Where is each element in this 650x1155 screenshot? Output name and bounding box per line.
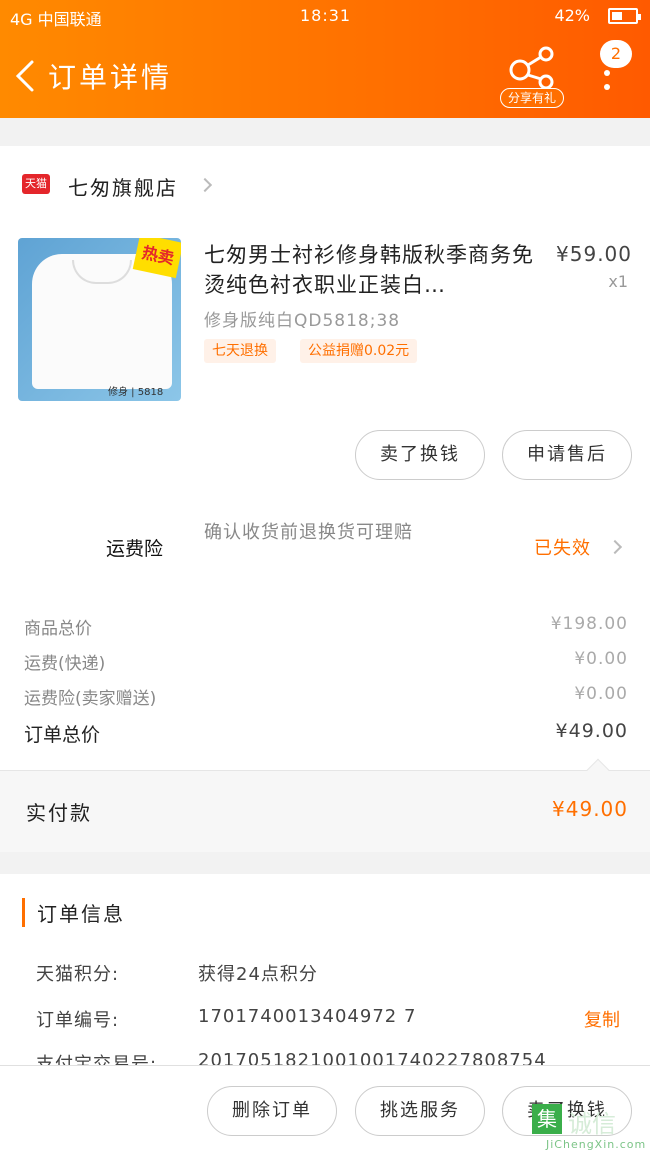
watermark-logo: 集 — [532, 1104, 562, 1134]
shirt-illustration — [32, 254, 172, 389]
info-value: 1701740013404972 7 — [198, 1006, 417, 1027]
sell-exchange-button[interactable]: 卖了换钱 — [355, 430, 485, 480]
summary-row-shipping: 运费(快递) ¥0.00 — [24, 649, 628, 674]
status-bar: 4G 中国联通 18:31 42% — [0, 0, 650, 34]
battery-percent: 42% — [554, 6, 590, 25]
tag-charity: 公益捐赠0.02元 — [300, 339, 418, 363]
summary-label: 运费险(卖家赠送) — [24, 689, 157, 709]
chevron-right-icon — [197, 177, 213, 193]
watermark-text: 诚信 — [568, 1110, 616, 1138]
image-caption: 修身 | 5818 — [108, 387, 164, 398]
battery-icon — [608, 8, 641, 24]
delete-order-button[interactable]: 删除订单 — [207, 1086, 337, 1136]
message-badge: 2 — [600, 40, 632, 68]
copy-button[interactable]: 复制 — [584, 1006, 620, 1032]
nav-bar: 订单详情 分享有礼 — [0, 40, 650, 110]
product-price: ¥59.00 — [556, 242, 632, 266]
product-image[interactable]: 热卖 修身 | 5818 — [18, 238, 181, 401]
share-icon — [509, 46, 554, 90]
info-value: 获得24点积分 — [198, 964, 318, 985]
summary-value: ¥198.00 — [550, 614, 628, 634]
summary-value: ¥0.00 — [574, 649, 628, 669]
info-key: 订单编号: — [36, 1010, 120, 1031]
product-sku: 修身版纯白QD5818;38 — [204, 311, 401, 331]
summary-row-goods: 商品总价 ¥198.00 — [24, 614, 628, 639]
payment-bar: 实付款 ¥49.00 — [0, 758, 650, 852]
back-arrow-icon[interactable] — [12, 58, 40, 94]
pick-service-button[interactable]: 挑选服务 — [355, 1086, 485, 1136]
payment-label: 实付款 — [26, 801, 92, 825]
watermark: 集 诚信 JiChengXin.com — [532, 1104, 650, 1155]
share-label: 分享有礼 — [500, 88, 564, 108]
summary-label: 运费(快递) — [24, 654, 106, 674]
info-value: 2017051821001001740227808754 — [198, 1050, 547, 1065]
price-summary: 商品总价 ¥198.00 运费(快递) ¥0.00 运费险(卖家赠送) ¥0.0… — [0, 586, 650, 770]
summary-row-insurance: 运费险(卖家赠送) ¥0.00 — [24, 684, 628, 709]
payment-value: ¥49.00 — [552, 797, 628, 821]
product-title[interactable]: 七匆男士衬衫修身韩版秋季商务免烫纯色衬衣职业正装白… — [204, 240, 534, 300]
clock: 18:31 — [300, 6, 352, 25]
share-button[interactable]: 分享有礼 — [500, 46, 566, 108]
page-title: 订单详情 — [48, 61, 173, 94]
watermark-url: JiChengXin.com — [546, 1138, 647, 1151]
summary-value: ¥49.00 — [555, 720, 628, 742]
insurance-desc: 确认收货前退换货可理赔 — [204, 522, 413, 543]
tmall-badge: 天猫 — [22, 174, 50, 194]
summary-row-total: 订单总价 ¥49.00 — [24, 720, 628, 747]
order-info: 订单信息 天猫积分: 获得24点积分 订单编号: 170174001340497… — [0, 874, 650, 1065]
store-row[interactable]: 天猫 七匆旗舰店 — [0, 146, 650, 226]
carrier-label: 4G 中国联通 — [10, 10, 102, 29]
store-name: 七匆旗舰店 — [68, 176, 178, 200]
tag-return: 七天退换 — [204, 339, 276, 363]
after-sale-button[interactable]: 申请售后 — [502, 430, 632, 480]
order-card: 天猫 七匆旗舰店 热卖 修身 | 5818 七匆男士衬衫修身韩版秋季商务免烫纯色… — [0, 146, 650, 586]
summary-label: 订单总价 — [24, 724, 101, 746]
header: 4G 中国联通 18:31 42% 订单详情 分享有礼 2 — [0, 0, 650, 118]
summary-value: ¥0.00 — [574, 684, 628, 704]
insurance-label: 运费险 — [106, 538, 164, 560]
order-info-heading: 订单信息 — [22, 898, 125, 927]
summary-label: 商品总价 — [24, 619, 92, 639]
info-key: 天猫积分: — [36, 964, 120, 985]
product-quantity: x1 — [608, 272, 628, 291]
insurance-status[interactable]: 已失效 — [534, 534, 591, 560]
info-key: 支付宝交易号: — [36, 1054, 158, 1065]
chevron-right-icon — [607, 539, 623, 555]
